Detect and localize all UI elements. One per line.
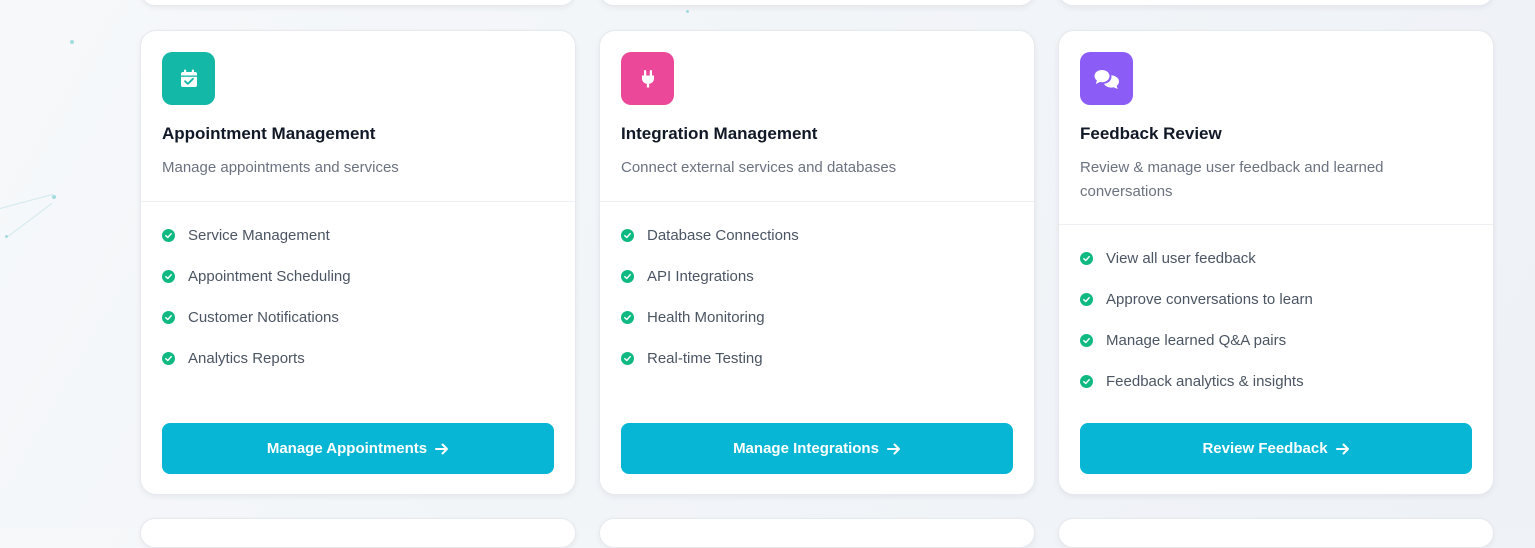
- comments-icon: [1094, 69, 1119, 89]
- appointment-management-card: Appointment Management Manage appointmen…: [140, 30, 576, 495]
- background-dot: [70, 40, 74, 44]
- check-circle-icon: [621, 229, 634, 242]
- feedback-icon-tile: [1080, 52, 1133, 105]
- background-line: [7, 203, 53, 237]
- integration-icon-tile: [621, 52, 674, 105]
- feature-item: Feedback analytics & insights: [1080, 361, 1313, 402]
- check-circle-icon: [621, 311, 634, 324]
- feature-label: Manage learned Q&A pairs: [1106, 332, 1287, 349]
- feature-label: Analytics Reports: [188, 350, 305, 367]
- feature-label: Customer Notifications: [188, 309, 339, 326]
- card-below-2: [599, 518, 1035, 548]
- arrow-right-icon: [435, 443, 449, 455]
- button-label: Manage Integrations: [733, 440, 879, 457]
- check-circle-icon: [1080, 293, 1093, 306]
- feature-item: Customer Notifications: [162, 297, 351, 338]
- feature-label: Approve conversations to learn: [1106, 291, 1313, 308]
- background-dot: [52, 195, 56, 199]
- feature-item: Database Connections: [621, 215, 799, 256]
- feature-item: API Integrations: [621, 256, 799, 297]
- card-description: Manage appointments and services: [162, 159, 399, 176]
- feature-label: API Integrations: [647, 268, 754, 285]
- card-divider: [141, 201, 575, 202]
- card-title: Appointment Management: [162, 124, 376, 143]
- feature-label: Real-time Testing: [647, 350, 763, 367]
- arrow-right-icon: [886, 443, 901, 455]
- card-divider: [1059, 224, 1493, 225]
- feature-label: View all user feedback: [1106, 250, 1256, 267]
- feature-label: Health Monitoring: [647, 309, 765, 326]
- manage-appointments-button[interactable]: Manage Appointments: [162, 423, 554, 474]
- feature-list: Service Management Appointment Schedulin…: [162, 215, 351, 379]
- check-circle-icon: [1080, 375, 1093, 388]
- feature-item: Analytics Reports: [162, 338, 351, 379]
- card-above-3: [1058, 0, 1494, 6]
- feature-item: Approve conversations to learn: [1080, 279, 1313, 320]
- feature-label: Database Connections: [647, 227, 799, 244]
- check-circle-icon: [621, 270, 634, 283]
- appointment-icon-tile: [162, 52, 215, 105]
- arrow-right-icon: [1335, 443, 1350, 455]
- card-divider: [600, 201, 1034, 202]
- feature-label: Feedback analytics & insights: [1106, 373, 1304, 390]
- review-feedback-button[interactable]: Review Feedback: [1080, 423, 1472, 474]
- card-above-1: [140, 0, 576, 6]
- button-label: Review Feedback: [1202, 440, 1328, 457]
- feature-list: Database Connections API Integrations He…: [621, 215, 799, 379]
- card-below-1: [140, 518, 576, 548]
- check-circle-icon: [162, 270, 175, 283]
- check-circle-icon: [162, 352, 175, 365]
- plug-icon: [641, 69, 654, 87]
- card-below-3: [1058, 518, 1494, 548]
- check-circle-icon: [621, 352, 634, 365]
- background-dot: [686, 10, 689, 13]
- card-description: Connect external services and databases: [621, 159, 897, 176]
- check-circle-icon: [162, 311, 175, 324]
- feature-item: Health Monitoring: [621, 297, 799, 338]
- card-description: Review & manage user feedback and learne…: [1080, 159, 1384, 200]
- feature-item: Manage learned Q&A pairs: [1080, 320, 1313, 361]
- manage-integrations-button[interactable]: Manage Integrations: [621, 423, 1013, 474]
- feature-label: Appointment Scheduling: [188, 268, 351, 285]
- feedback-review-card: Feedback Review Review & manage user fee…: [1058, 30, 1494, 495]
- feature-item: View all user feedback: [1080, 238, 1313, 279]
- card-title: Feedback Review: [1080, 124, 1222, 143]
- feature-item: Service Management: [162, 215, 351, 256]
- check-circle-icon: [1080, 252, 1093, 265]
- feature-label: Service Management: [188, 227, 330, 244]
- feature-item: Real-time Testing: [621, 338, 799, 379]
- check-circle-icon: [1080, 334, 1093, 347]
- feature-item: Appointment Scheduling: [162, 256, 351, 297]
- card-above-2: [599, 0, 1035, 6]
- check-circle-icon: [162, 229, 175, 242]
- integration-management-card: Integration Management Connect external …: [599, 30, 1035, 495]
- calendar-check-icon: [180, 69, 197, 87]
- button-label: Manage Appointments: [266, 440, 428, 457]
- feature-list: View all user feedback Approve conversat…: [1080, 238, 1313, 402]
- card-title: Integration Management: [621, 124, 818, 143]
